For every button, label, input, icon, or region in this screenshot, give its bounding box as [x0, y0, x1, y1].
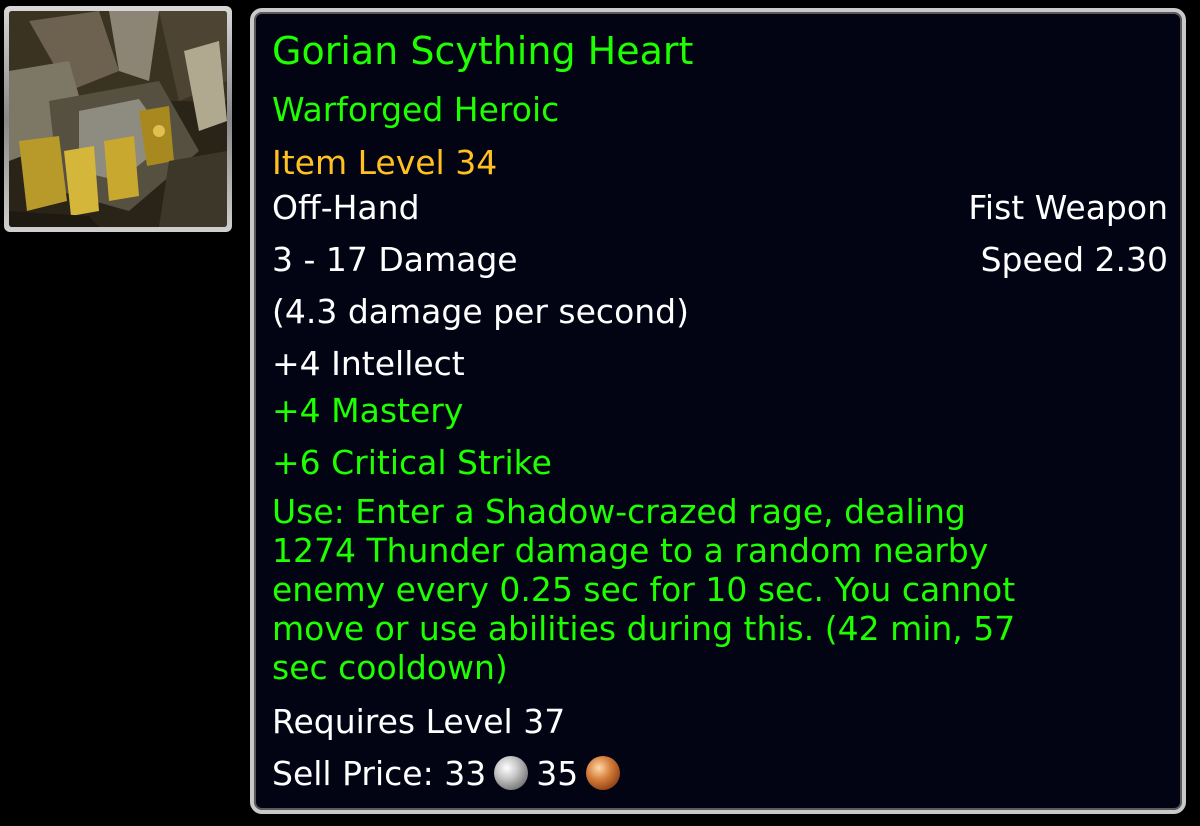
silver-coin-icon	[494, 756, 529, 790]
required-level: Requires Level 37	[272, 702, 566, 741]
sell-price: Sell Price: 33 35	[272, 754, 628, 794]
copper-coin-icon	[586, 756, 621, 790]
damage-range: 3 - 17 Damage	[272, 240, 518, 279]
item-icon-frame[interactable]	[4, 6, 232, 232]
use-effect: Use: Enter a Shadow-crazed rage, dealing…	[272, 492, 1016, 687]
item-tooltip: Gorian Scything Heart Warforged Heroic I…	[250, 8, 1186, 814]
stat-mastery: +4 Mastery	[272, 391, 464, 430]
stat-critical-strike: +6 Critical Strike	[272, 443, 552, 482]
fist-weapon-icon	[9, 11, 227, 227]
quality-tag: Warforged Heroic	[272, 90, 560, 129]
weapon-type: Fist Weapon	[968, 188, 1168, 227]
copper-amount: 35	[536, 754, 579, 793]
item-name: Gorian Scything Heart	[272, 29, 694, 73]
stat-intellect: +4 Intellect	[272, 344, 465, 383]
silver-amount: 33	[444, 754, 487, 793]
weapon-speed: Speed 2.30	[980, 240, 1168, 279]
equip-slot: Off-Hand	[272, 188, 420, 227]
sell-price-label: Sell Price:	[272, 754, 434, 793]
damage-per-second: (4.3 damage per second)	[272, 292, 689, 331]
item-level: Item Level 34	[272, 143, 498, 182]
